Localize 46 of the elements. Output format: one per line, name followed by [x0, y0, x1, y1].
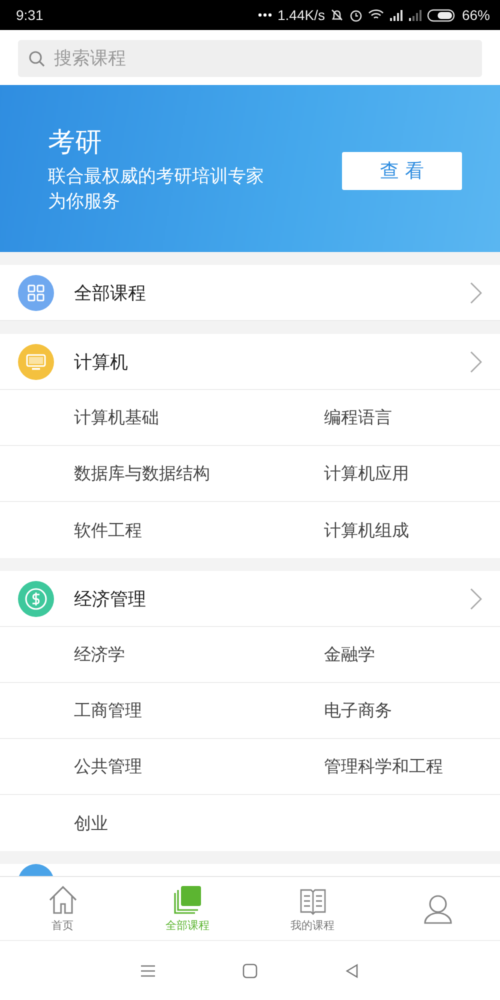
banner-subtitle: 为你服务 — [48, 190, 121, 214]
subcategory-link[interactable]: 数据库与数据结构 — [0, 446, 250, 502]
banner-title: 考研 — [48, 126, 103, 160]
back-icon[interactable] — [344, 962, 360, 978]
house-icon — [46, 884, 78, 916]
menu-icon[interactable] — [140, 964, 156, 978]
stack-icon — [172, 884, 204, 916]
subcategory-link[interactable]: 公共管理 — [0, 739, 250, 795]
chevron-right-icon — [470, 350, 482, 372]
category-title: 经济管理 — [74, 588, 147, 610]
subcategory-link[interactable]: 电子商务 — [250, 683, 500, 739]
category-header[interactable]: 计算机 — [0, 334, 500, 390]
more-dots-icon — [258, 12, 272, 18]
category-header[interactable]: 全部课程 — [0, 265, 500, 321]
battery-percent: 66% — [462, 7, 490, 23]
clock-time: 9:31 — [16, 7, 44, 23]
subcategory-link[interactable]: 创业 — [0, 795, 250, 851]
subcategory-link[interactable]: 软件工程 — [0, 502, 250, 558]
search-icon — [28, 50, 46, 68]
subcategory-link[interactable]: 编程语言 — [250, 390, 500, 446]
category-header[interactable]: 经济管理 — [0, 571, 500, 627]
home-square-icon[interactable] — [242, 962, 258, 978]
view-button[interactable]: 查 看 — [342, 152, 462, 190]
battery-icon — [426, 8, 457, 22]
network-speed: 1.44K/s — [277, 7, 325, 23]
alarm-clock-icon — [348, 8, 363, 22]
signal-icon — [408, 10, 422, 20]
subcategory-link[interactable]: 金融学 — [250, 627, 500, 683]
subcategory-link[interactable]: 计算机组成 — [250, 502, 500, 558]
person-icon — [422, 892, 454, 924]
signal-icon — [388, 10, 403, 20]
banner-subtitle: 联合最权威的考研培训专家 — [48, 164, 264, 188]
tab-item[interactable]: 首页 — [0, 877, 125, 940]
subcategory-link[interactable]: 计算机基础 — [0, 390, 250, 446]
category-title: 计算机 — [74, 350, 129, 374]
mute-bell-icon — [330, 8, 344, 22]
subcategory-link[interactable]: 工商管理 — [0, 683, 250, 739]
subcategory-link[interactable]: 经济学 — [0, 627, 250, 683]
chevron-right-icon — [470, 282, 482, 304]
search-field[interactable]: 搜索课程 — [18, 40, 482, 77]
category-title: 全部课程 — [74, 282, 147, 304]
tab-item[interactable]: 我的课程 — [250, 877, 375, 940]
subcategory-link[interactable]: 计算机应用 — [250, 446, 500, 502]
chevron-right-icon — [470, 588, 482, 610]
subcategory-link[interactable]: 管理科学和工程 — [250, 739, 500, 795]
wifi-icon — [368, 9, 384, 21]
